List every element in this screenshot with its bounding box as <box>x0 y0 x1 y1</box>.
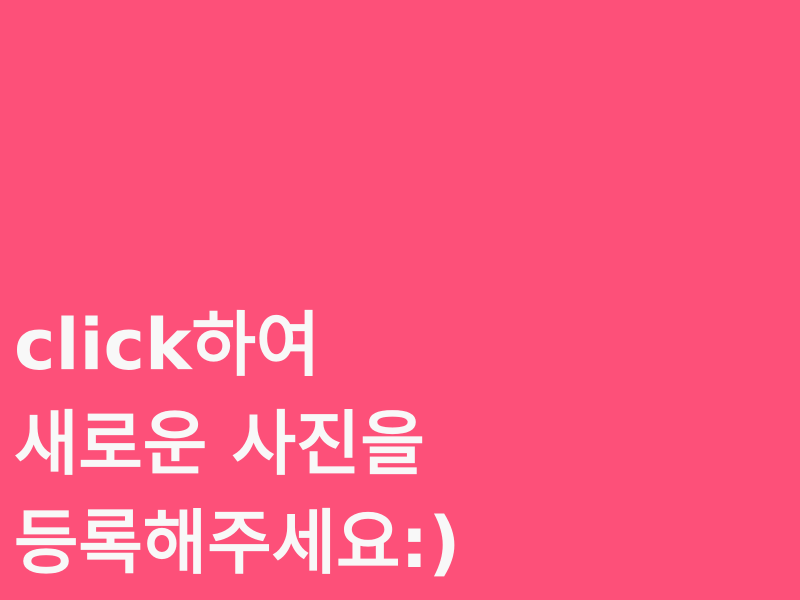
photo-upload-area[interactable]: click하여 새로운 사진을 등록해주세요:) <box>0 0 800 600</box>
upload-prompt-line-2: 새로운 사진을 <box>14 403 425 485</box>
upload-prompt-line-3: 등록해주세요:) <box>14 502 461 584</box>
upload-prompt-line-1: click하여 <box>14 304 321 386</box>
upload-prompt: click하여 새로운 사진을 등록해주세요:) <box>14 296 460 593</box>
